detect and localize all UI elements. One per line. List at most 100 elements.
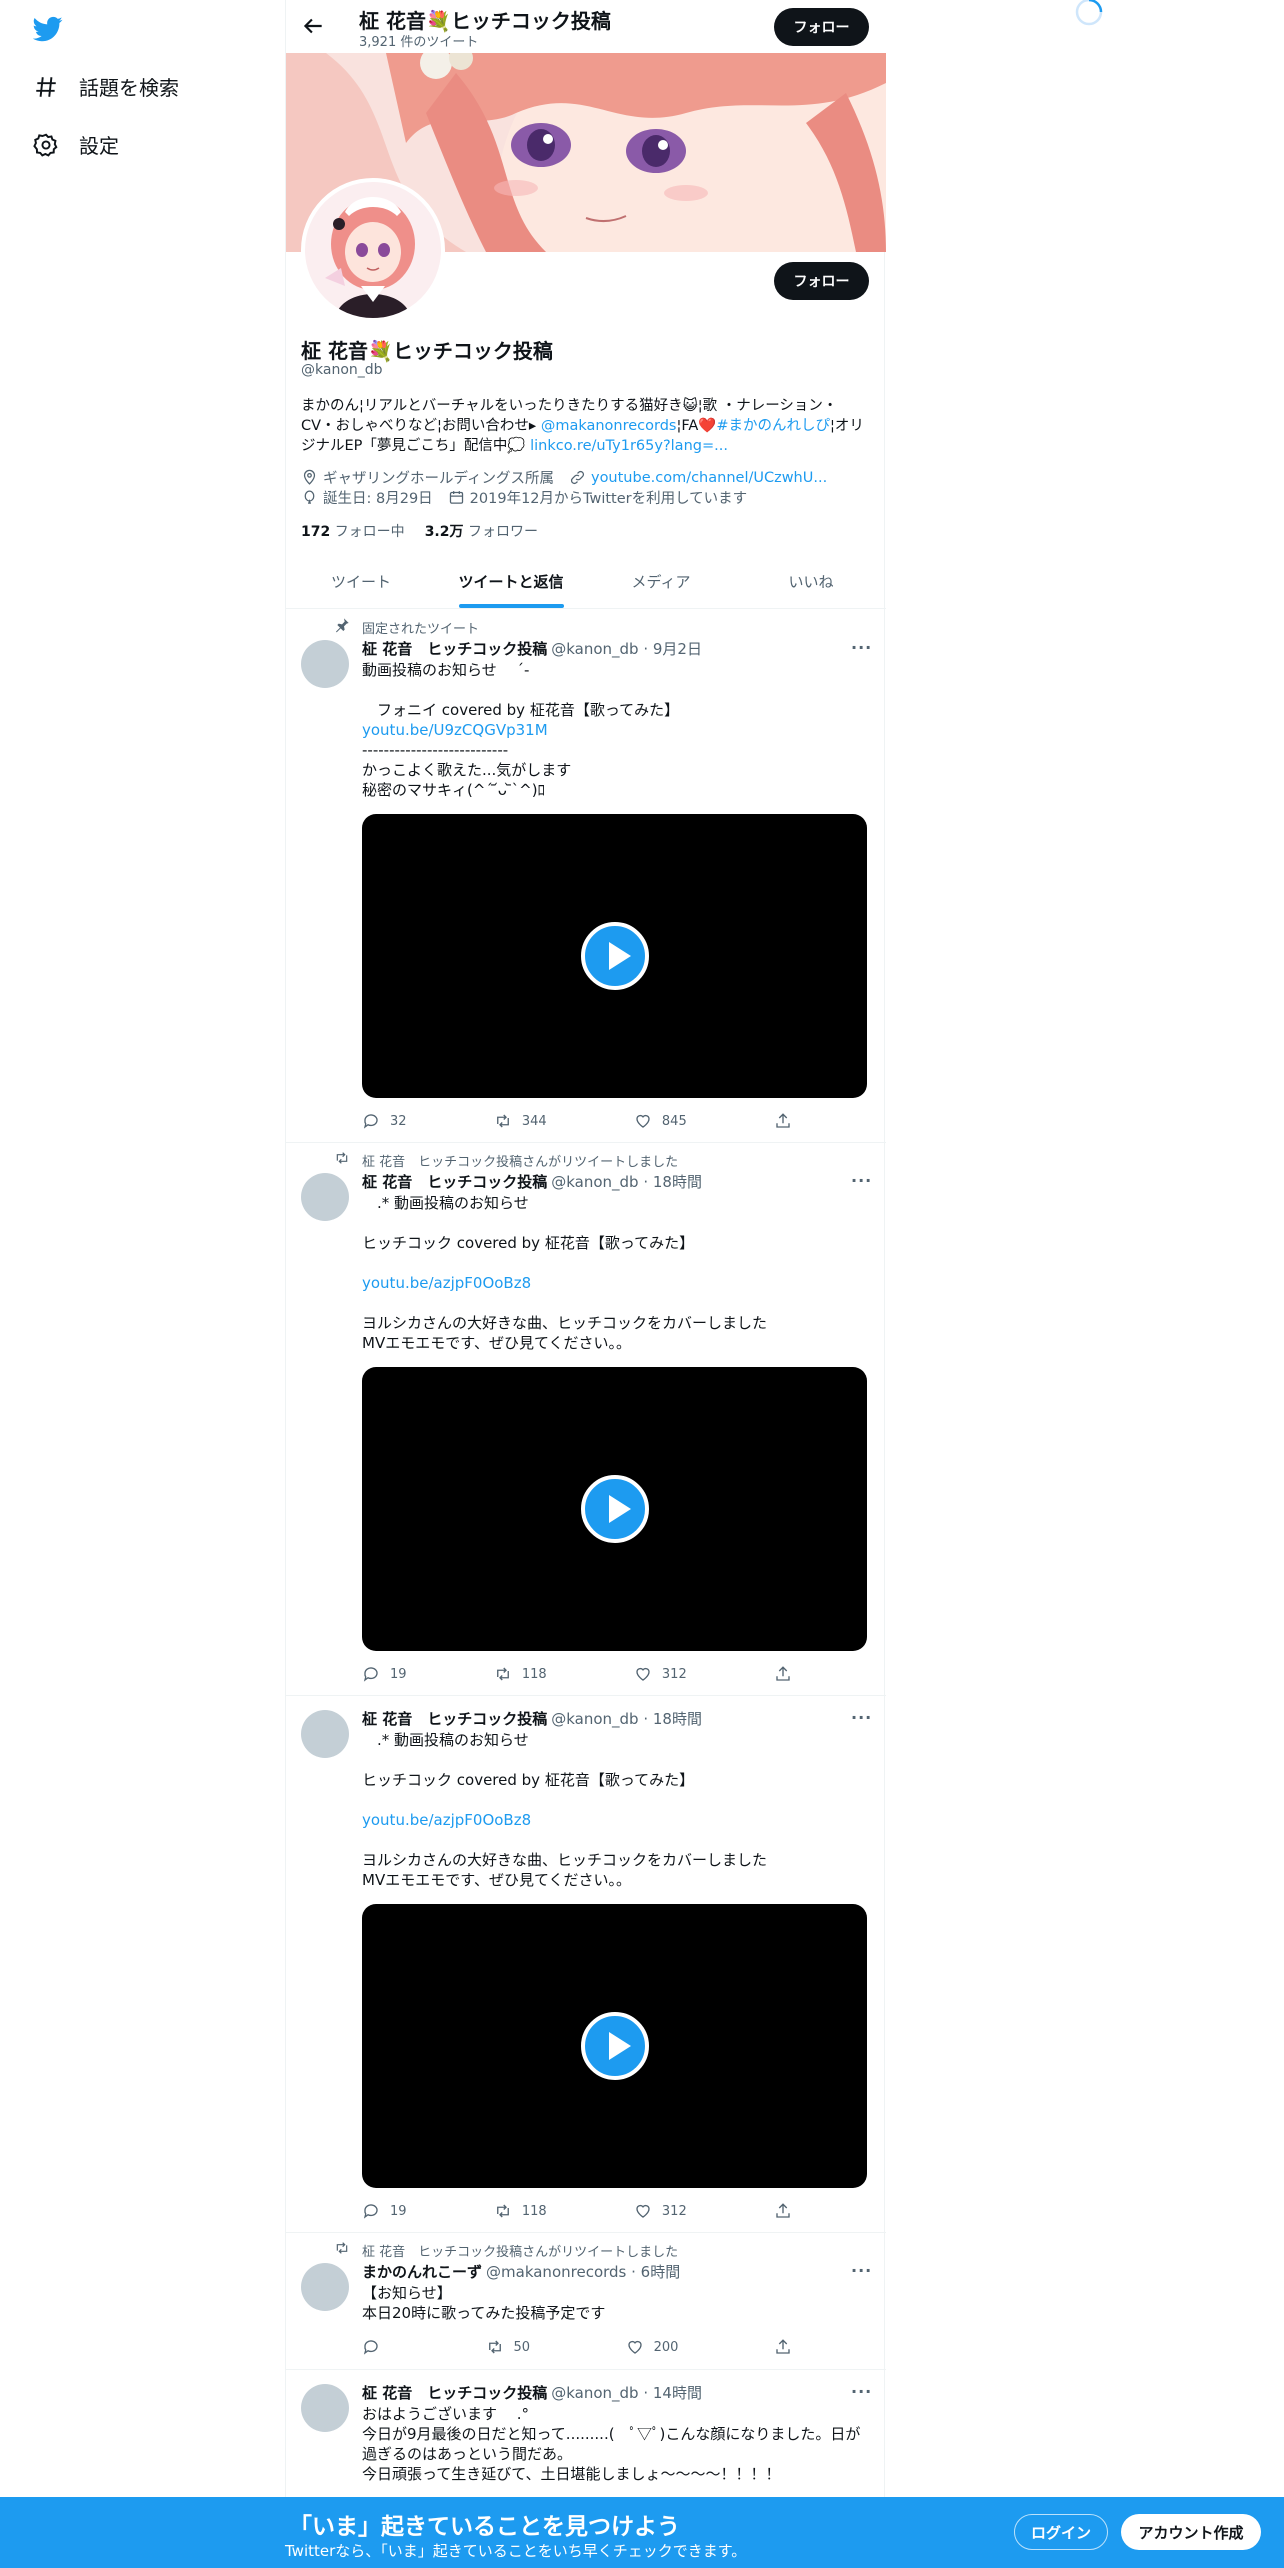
tweet-header: 柾 花音 ヒッチコック投稿 @kanon_db · 18時間 [362, 1171, 702, 1192]
create-account-button[interactable]: アカウント作成 [1121, 2514, 1261, 2550]
tab-media[interactable]: メディア [586, 555, 736, 608]
tweet-author-name[interactable]: まかのんれこーず [362, 2261, 482, 2282]
tab-likes-label: いいね [788, 573, 834, 591]
tweet-video[interactable] [362, 1904, 867, 2188]
tweet-item[interactable]: 固定されたツイート 柾 花音 ヒッチコック投稿 @kanon_db · 9月2日… [286, 610, 886, 1143]
tweet-item[interactable]: 柾 花音 ヒッチコック投稿さんがリツイートしました まかのんれこーず @maka… [286, 2233, 886, 2370]
share-button[interactable] [774, 2202, 792, 2220]
tweet-context: 柾 花音 ヒッチコック投稿さんがリツイートしました [336, 2241, 678, 2260]
profile-meta-row-2: 誕生日: 8月29日 2019年12月からTwitterを利用しています [301, 487, 747, 508]
tweet-text-2: --------------------------- かっこよく歌えた...気… [362, 741, 572, 799]
tweet-text-2: ヨルシカさんの大好きな曲、ヒッチコックをカバーしました MVエモエモです、ぜひ見… [362, 1851, 768, 1889]
balloon-icon [304, 490, 315, 504]
bio-hashtag-link[interactable]: #まかのんれしぴ [716, 418, 830, 434]
tweet-avatar[interactable] [301, 2384, 349, 2432]
tweet-link[interactable]: youtu.be/azjpF0OoBz8 [362, 1811, 531, 1829]
tweet-meta[interactable]: @kanon_db · 18時間 [551, 1708, 702, 1729]
share-button[interactable] [774, 1112, 792, 1130]
like-button[interactable]: 312 [634, 1665, 687, 1683]
bio-url-link[interactable]: linkco.re/uTy1r65y?lang=... [530, 438, 728, 454]
tweet-meta[interactable]: @kanon_db · 18時間 [551, 1171, 702, 1192]
tweet-item[interactable]: 柾 花音 ヒッチコック投稿さんがリツイートしました 柾 花音 ヒッチコック投稿 … [286, 1143, 886, 1696]
reply-button[interactable]: 19 [362, 2202, 407, 2220]
tweet-context: 柾 花音 ヒッチコック投稿さんがリツイートしました [336, 1151, 678, 1170]
tweet-text-1: .* 動画投稿のお知らせ ヒッチコック covered by 柾花音【歌ってみた… [362, 1194, 695, 1252]
tab-tweets[interactable]: ツイート [286, 555, 436, 608]
tab-likes[interactable]: いいね [736, 555, 886, 608]
retweet-button[interactable]: 118 [494, 1665, 547, 1683]
tweet-avatar[interactable] [301, 640, 349, 688]
following-stat[interactable]: 172 フォロー中 [301, 521, 405, 541]
play-button-icon[interactable] [580, 2012, 649, 2080]
reply-button[interactable] [362, 2338, 390, 2356]
like-button[interactable]: 845 [634, 1112, 687, 1130]
tweet-text-2: ヨルシカさんの大好きな曲、ヒッチコックをカバーしました MVエモエモです、ぜひ見… [362, 1314, 768, 1352]
tweet-item[interactable]: 柾 花音 ヒッチコック投稿 @kanon_db · 14時間 ··· おはようご… [286, 2370, 886, 2497]
retweet-icon [336, 1152, 348, 1164]
tweet-video[interactable] [362, 1367, 867, 1651]
more-options-icon[interactable]: ··· [851, 2261, 871, 2280]
followers-stat[interactable]: 3.2万 フォロワー [425, 521, 538, 541]
like-count: 312 [661, 2203, 687, 2219]
like-button[interactable]: 200 [626, 2338, 678, 2356]
share-button[interactable] [774, 2338, 792, 2356]
follow-stats: 172 フォロー中 3.2万 フォロワー [301, 521, 538, 541]
tweet-avatar[interactable] [301, 2263, 349, 2311]
retweet-icon [336, 2242, 348, 2254]
profile-avatar[interactable] [301, 178, 445, 322]
tweet-avatar[interactable] [301, 1710, 349, 1758]
tweet-video[interactable] [362, 814, 867, 1098]
profile-website-link[interactable]: youtube.com/channel/UCzwhU... [591, 470, 827, 486]
loading-spinner-icon [1075, 0, 1103, 26]
more-options-icon[interactable]: ··· [851, 1708, 871, 1727]
tab-tweets-and-replies-label: ツイートと返信 [458, 573, 564, 591]
reply-button[interactable]: 19 [362, 1665, 407, 1683]
tweet-author-name[interactable]: 柾 花音 ヒッチコック投稿 [362, 1171, 547, 1192]
retweet-button[interactable]: 344 [494, 1112, 547, 1130]
bio-text-2: ¦FA❤️ [676, 418, 717, 434]
play-button-icon[interactable] [580, 922, 649, 990]
tweet-actions: 19 118 312 [362, 2202, 792, 2220]
twitter-logo-icon[interactable] [33, 14, 63, 44]
nav-settings[interactable]: 設定 [33, 130, 119, 159]
reply-button[interactable]: 32 [362, 1112, 407, 1130]
tweet-meta[interactable]: @makanonrecords · 6時間 [486, 2261, 680, 2282]
heart-icon [636, 1667, 650, 1681]
tweet-meta[interactable]: @kanon_db · 14時間 [551, 2382, 702, 2403]
heart-icon [636, 2204, 650, 2218]
tweet-item[interactable]: 柾 花音 ヒッチコック投稿 @kanon_db · 18時間 ··· .* 動画… [286, 1696, 886, 2233]
tweet-author-name[interactable]: 柾 花音 ヒッチコック投稿 [362, 2382, 547, 2403]
back-arrow-icon[interactable] [300, 13, 326, 39]
header-tweet-count: 3,921 件のツイート [359, 35, 479, 50]
more-options-icon[interactable]: ··· [851, 638, 871, 657]
retweet-count: 50 [513, 2339, 531, 2355]
tweet-author-name[interactable]: 柾 花音 ヒッチコック投稿 [362, 1708, 547, 1729]
tweet-avatar[interactable] [301, 1173, 349, 1221]
retweet-button[interactable]: 118 [494, 2202, 547, 2220]
tweet-meta[interactable]: @kanon_db · 9月2日 [551, 638, 702, 659]
tweet-header: まかのんれこーず @makanonrecords · 6時間 [362, 2261, 680, 2282]
tweet-link[interactable]: youtu.be/U9zCQGVp31M [362, 721, 548, 739]
reply-count: 19 [390, 2203, 407, 2219]
play-button-icon[interactable] [580, 1475, 649, 1543]
tweet-text: .* 動画投稿のお知らせ ヒッチコック covered by 柾花音【歌ってみた… [362, 1193, 872, 1353]
tweet-context-label: 固定されたツイート [362, 622, 480, 637]
retweet-button[interactable]: 50 [486, 2338, 531, 2356]
tweet-header: 柾 花音 ヒッチコック投稿 @kanon_db · 9月2日 [362, 638, 702, 659]
tab-tweets-and-replies[interactable]: ツイートと返信 [436, 555, 586, 608]
tweet-author-name[interactable]: 柾 花音 ヒッチコック投稿 [362, 638, 547, 659]
share-button[interactable] [774, 1665, 792, 1683]
avatar-image [305, 182, 441, 318]
more-options-icon[interactable]: ··· [851, 2382, 871, 2401]
nav-explore[interactable]: 話題を検索 [33, 72, 179, 101]
retweet-count: 118 [521, 1666, 547, 1682]
bio-mention-link[interactable]: @makanonrecords [541, 418, 677, 434]
header-follow-button[interactable]: フォロー [774, 8, 869, 46]
like-button[interactable]: 312 [634, 2202, 687, 2220]
share-icon [776, 1666, 790, 1681]
profile-follow-button[interactable]: フォロー [774, 262, 869, 300]
login-button[interactable]: ログイン [1014, 2514, 1108, 2550]
location-pin-icon [303, 469, 316, 485]
more-options-icon[interactable]: ··· [851, 1171, 871, 1190]
tweet-link[interactable]: youtu.be/azjpF0OoBz8 [362, 1274, 531, 1292]
